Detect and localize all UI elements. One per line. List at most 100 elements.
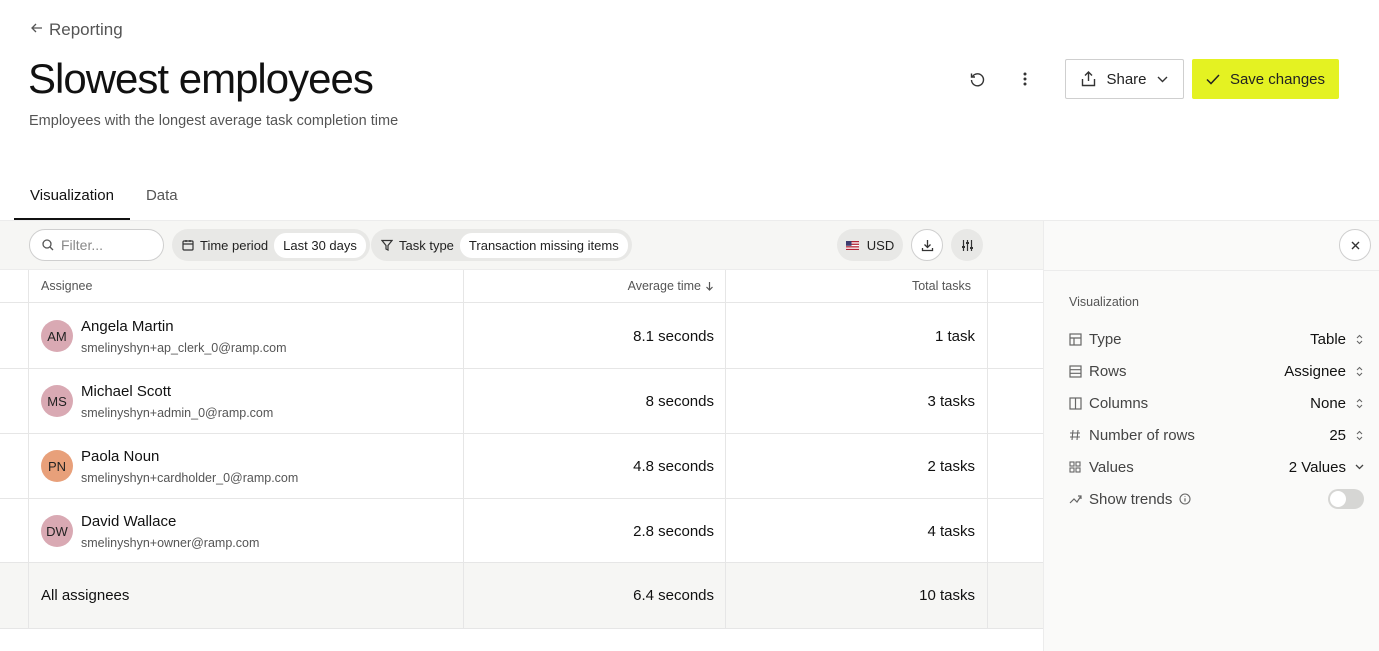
total-tasks-cell: 4 tasks xyxy=(927,523,975,540)
average-time-cell: 2.8 seconds xyxy=(633,523,714,540)
download-icon xyxy=(921,239,933,251)
setting-values[interactable]: Values 2 Values xyxy=(1068,455,1364,479)
footer-total-tasks: 10 tasks xyxy=(919,587,975,604)
setting-value: 2 Values xyxy=(1288,458,1346,476)
assignee-name: Angela Martin xyxy=(81,318,174,335)
table-icon xyxy=(1068,332,1082,346)
check-icon xyxy=(1206,73,1220,85)
reset-icon xyxy=(970,72,984,86)
visualization-settings-panel: Visualization Type Table Rows Assignee C… xyxy=(1043,220,1379,651)
share-label: Share xyxy=(1106,70,1147,88)
save-changes-button[interactable]: Save changes xyxy=(1192,59,1339,99)
section-title: Visualization xyxy=(1069,295,1139,309)
setting-show-trends: Show trends xyxy=(1068,487,1364,511)
calendar-icon xyxy=(182,240,194,251)
average-time-cell: 4.8 seconds xyxy=(633,458,714,475)
setting-label: Show trends xyxy=(1089,490,1173,508)
sliders-icon xyxy=(961,239,973,251)
filter-input-wrapper[interactable] xyxy=(29,229,164,261)
avatar: AM xyxy=(41,320,73,352)
columns-icon xyxy=(1068,396,1082,410)
column-header-label: Average time xyxy=(627,279,701,293)
setting-value: None xyxy=(1310,394,1346,412)
setting-type[interactable]: Type Table xyxy=(1068,327,1364,351)
time-period-filter-chip[interactable]: Time period Last 30 days xyxy=(172,229,370,261)
avatar: MS xyxy=(41,385,73,417)
page-title: Slowest employees xyxy=(28,55,374,102)
assignee-email: smelinyshyn+cardholder_0@ramp.com xyxy=(81,471,299,485)
column-divider xyxy=(725,270,726,628)
total-tasks-cell: 3 tasks xyxy=(927,393,975,410)
setting-label: Type xyxy=(1089,330,1122,348)
avatar: PN xyxy=(41,450,73,482)
assignee-email: smelinyshyn+owner@ramp.com xyxy=(81,536,260,550)
currency-selector[interactable]: USD xyxy=(837,229,903,261)
settings-adjust-button[interactable] xyxy=(951,229,983,261)
assignee-name: Paola Noun xyxy=(81,448,160,465)
close-panel-button[interactable] xyxy=(1339,229,1371,261)
funnel-icon xyxy=(381,239,393,251)
arrow-left-icon xyxy=(31,21,43,39)
updown-caret-icon xyxy=(1354,398,1364,409)
column-header-total-tasks[interactable]: Total tasks xyxy=(870,279,971,293)
setting-value: Assignee xyxy=(1284,362,1346,380)
hash-icon xyxy=(1068,428,1082,442)
search-icon xyxy=(42,239,54,251)
footer-label: All assignees xyxy=(41,587,130,604)
setting-columns[interactable]: Columns None xyxy=(1068,391,1364,415)
side-panel-header xyxy=(1044,221,1379,271)
back-to-reporting-link[interactable]: Reporting xyxy=(31,20,123,40)
setting-label: Columns xyxy=(1089,394,1149,412)
grid-icon xyxy=(1068,460,1082,474)
average-time-cell: 8 seconds xyxy=(645,393,714,410)
chip-label: Time period xyxy=(200,237,269,253)
tab-visualization[interactable]: Visualization xyxy=(14,178,130,220)
chip-label: Task type xyxy=(399,237,454,253)
close-icon xyxy=(1351,241,1359,249)
reset-button[interactable] xyxy=(957,59,997,99)
updown-caret-icon xyxy=(1354,366,1364,377)
setting-label: Values xyxy=(1089,458,1134,476)
footer-average-time: 6.4 seconds xyxy=(633,587,714,604)
avatar: DW xyxy=(41,515,73,547)
column-divider xyxy=(987,270,988,628)
setting-label: Rows xyxy=(1089,362,1127,380)
assignee-name: David Wallace xyxy=(81,513,177,530)
setting-label: Number of rows xyxy=(1089,426,1195,444)
show-trends-toggle[interactable] xyxy=(1328,489,1364,509)
total-tasks-cell: 2 tasks xyxy=(927,458,975,475)
share-icon xyxy=(1082,71,1096,87)
tab-data[interactable]: Data xyxy=(130,178,194,220)
setting-rows[interactable]: Rows Assignee xyxy=(1068,359,1364,383)
column-header-average-time[interactable]: Average time xyxy=(600,279,714,293)
assignee-email: smelinyshyn+ap_clerk_0@ramp.com xyxy=(81,341,287,355)
header-actions: Share Save changes xyxy=(957,59,1339,99)
sort-down-icon xyxy=(706,282,713,291)
column-divider xyxy=(463,270,464,628)
trend-up-icon xyxy=(1068,492,1082,506)
tab-bar: Visualization Data xyxy=(14,178,194,220)
chevron-down-icon xyxy=(1157,76,1168,82)
column-divider xyxy=(28,270,29,628)
updown-caret-icon xyxy=(1354,334,1364,345)
average-time-cell: 8.1 seconds xyxy=(633,328,714,345)
page-subtitle: Employees with the longest average task … xyxy=(29,113,399,129)
download-button[interactable] xyxy=(911,229,943,261)
task-type-filter-chip[interactable]: Task type Transaction missing items xyxy=(371,229,632,261)
chip-value: Transaction missing items xyxy=(459,232,628,258)
setting-value: 25 xyxy=(1329,426,1346,444)
setting-number-of-rows[interactable]: Number of rows 25 xyxy=(1068,423,1364,447)
assignee-name: Michael Scott xyxy=(81,383,172,400)
currency-label: USD xyxy=(866,237,895,253)
share-button[interactable]: Share xyxy=(1065,59,1184,99)
info-icon[interactable] xyxy=(1179,493,1328,505)
us-flag-icon xyxy=(845,240,859,250)
updown-caret-icon xyxy=(1354,430,1364,441)
column-header-assignee[interactable]: Assignee xyxy=(41,279,92,293)
more-options-button[interactable] xyxy=(1005,59,1045,99)
filter-input[interactable] xyxy=(61,237,151,253)
setting-value: Table xyxy=(1310,330,1346,348)
assignee-email: smelinyshyn+admin_0@ramp.com xyxy=(81,406,274,420)
chevron-down-icon xyxy=(1354,464,1364,470)
more-vertical-icon xyxy=(1023,72,1027,86)
